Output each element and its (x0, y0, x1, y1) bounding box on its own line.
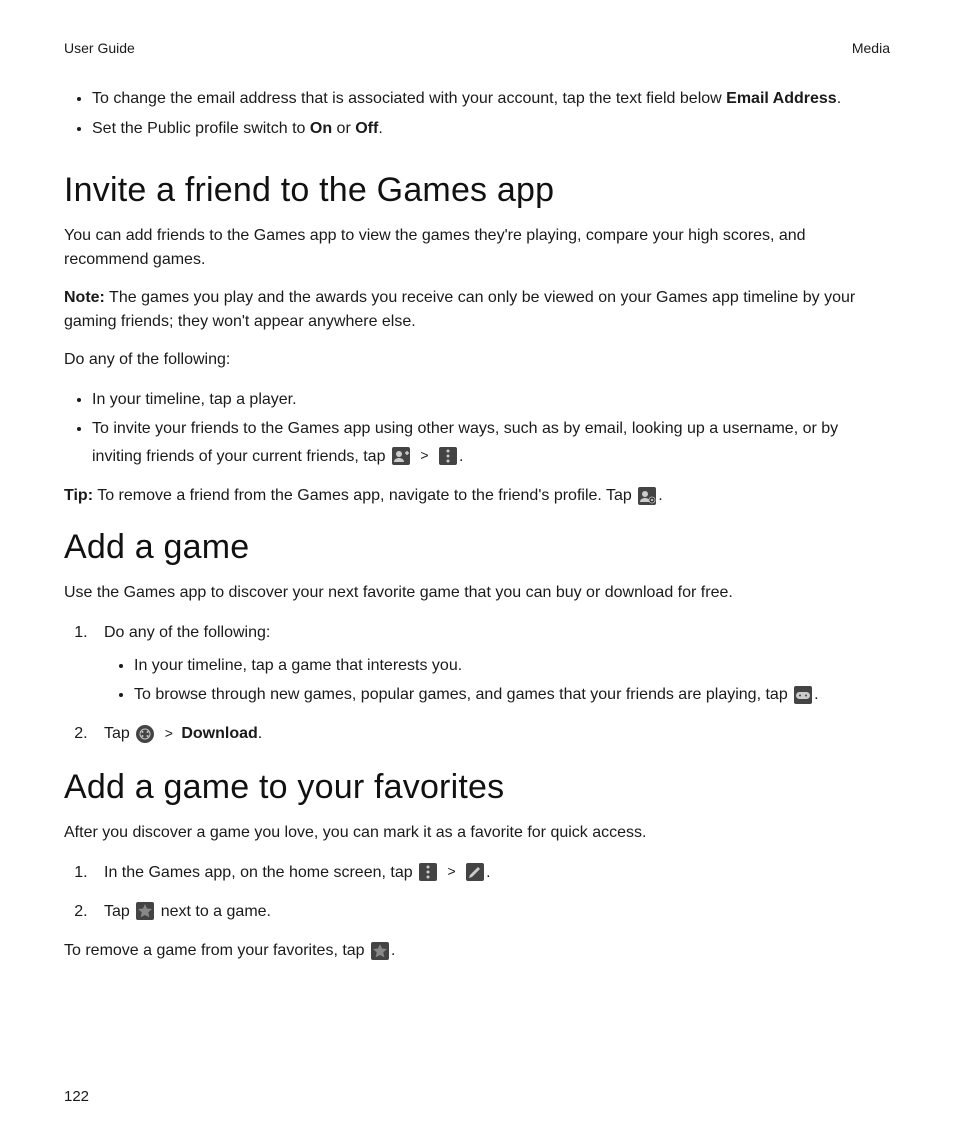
numbered-list: In the Games app, on the home screen, ta… (64, 859, 890, 925)
bold-text: Off (355, 120, 378, 137)
bold-text: Download (181, 725, 257, 742)
text: next to a game. (156, 903, 271, 920)
star-outline-icon (136, 902, 154, 920)
text: To change the email address that is asso… (92, 90, 726, 107)
tip-label: Tip: (64, 487, 93, 504)
header-left: User Guide (64, 40, 135, 56)
list-item: Tap > Download. (92, 720, 890, 747)
add-friend-icon (392, 447, 410, 465)
text: . (658, 487, 662, 504)
text: . (459, 448, 463, 465)
list-item: Tap next to a game. (92, 898, 890, 925)
heading-add-game: Add a game (64, 528, 890, 567)
separator: > (448, 860, 456, 884)
text: . (486, 864, 490, 881)
list-item: In your timeline, tap a game that intere… (134, 652, 890, 679)
paragraph: After you discover a game you love, you … (64, 821, 890, 845)
more-vertical-icon (419, 863, 437, 881)
text: Tap (104, 725, 134, 742)
text: To browse through new games, popular gam… (134, 686, 792, 703)
more-vertical-icon (439, 447, 457, 465)
page-header: User Guide Media (64, 40, 890, 56)
paragraph: Do any of the following: (64, 348, 890, 372)
heading-invite-friend: Invite a friend to the Games app (64, 171, 890, 210)
list-item: To invite your friends to the Games app … (92, 415, 890, 469)
document-page: User Guide Media To change the email add… (0, 0, 954, 1145)
numbered-list: Do any of the following: In your timelin… (64, 619, 890, 748)
list-item: In the Games app, on the home screen, ta… (92, 859, 890, 886)
tip-paragraph: Tip: To remove a friend from the Games a… (64, 484, 890, 508)
paragraph: Use the Games app to discover your next … (64, 581, 890, 605)
list-item: Set the Public profile switch to On or O… (92, 116, 890, 142)
paragraph: You can add friends to the Games app to … (64, 224, 890, 272)
list-item: Do any of the following: In your timelin… (92, 619, 890, 709)
text: Set the Public profile switch to (92, 120, 310, 137)
page-number: 122 (64, 1088, 89, 1105)
bullet-list: In your timeline, tap a player. To invit… (64, 386, 890, 470)
gamepad-icon (794, 686, 812, 704)
separator: > (420, 444, 428, 468)
text: . (391, 942, 395, 959)
text: . (378, 120, 382, 137)
list-item: In your timeline, tap a player. (92, 386, 890, 413)
header-right: Media (852, 40, 890, 56)
text: In the Games app, on the home screen, ta… (104, 864, 417, 881)
text: . (814, 686, 818, 703)
note-label: Note: (64, 289, 105, 306)
text: . (837, 90, 841, 107)
paragraph: To remove a game from your favorites, ta… (64, 939, 890, 963)
separator: > (165, 722, 173, 746)
heading-add-favorite: Add a game to your favorites (64, 768, 890, 807)
app-world-icon (136, 725, 154, 743)
text: The games you play and the awards you re… (64, 289, 855, 330)
list-item: To browse through new games, popular gam… (134, 681, 890, 708)
star-filled-icon (371, 942, 389, 960)
text: . (258, 725, 262, 742)
bold-text: Email Address (726, 90, 837, 107)
text: or (332, 120, 355, 137)
text: Do any of the following: (104, 624, 270, 641)
text: To invite your friends to the Games app … (92, 420, 838, 464)
text: To remove a game from your favorites, ta… (64, 942, 369, 959)
text: To remove a friend from the Games app, n… (93, 487, 636, 504)
list-item: To change the email address that is asso… (92, 86, 890, 112)
bold-text: On (310, 120, 332, 137)
remove-friend-icon (638, 487, 656, 505)
intro-bullet-list: To change the email address that is asso… (64, 86, 890, 141)
note-paragraph: Note: The games you play and the awards … (64, 286, 890, 334)
edit-icon (466, 863, 484, 881)
text: Tap (104, 903, 134, 920)
